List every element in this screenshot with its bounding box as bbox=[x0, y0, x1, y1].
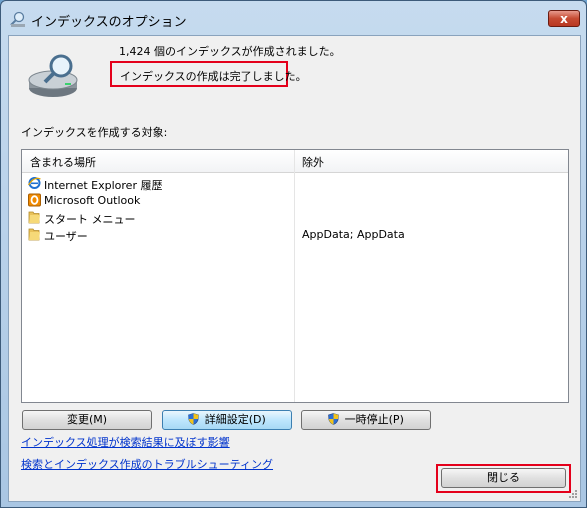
column-exclude[interactable]: 除外 bbox=[302, 154, 324, 170]
window-title: インデックスのオプション bbox=[31, 15, 187, 30]
search-index-icon bbox=[28, 54, 78, 97]
internet-explorer-icon bbox=[28, 177, 41, 189]
indexing-options-icon bbox=[10, 11, 25, 27]
status-highlight-box: インデックスの作成は完了しました。 bbox=[110, 61, 307, 87]
close-button-label: 閉じる bbox=[487, 471, 520, 484]
title-bar[interactable]: インデックスのオプション x bbox=[1, 1, 586, 37]
folder-icon bbox=[28, 211, 40, 224]
modify-button-label: 変更(M) bbox=[66, 413, 108, 426]
outlook-icon bbox=[28, 193, 41, 207]
troubleshoot-link[interactable]: 検索とインデックス作成のトラブルシューティング bbox=[21, 456, 273, 472]
indexing-impact-link[interactable]: インデックス処理が検索結果に及ぼす影響 bbox=[21, 434, 230, 450]
close-icon: x bbox=[560, 12, 568, 26]
modify-button[interactable]: 変更(M) bbox=[22, 410, 152, 430]
advanced-button[interactable]: 詳細設定(D) bbox=[162, 410, 292, 430]
location-name: Microsoft Outlook bbox=[44, 194, 141, 207]
list-item[interactable]: Microsoft Outlook bbox=[22, 192, 568, 209]
location-exclude: AppData; AppData bbox=[302, 228, 405, 241]
index-locations-label: インデックスを作成する対象: bbox=[21, 126, 168, 139]
location-name: スタート メニュー bbox=[44, 213, 136, 226]
pause-button[interactable]: 一時停止(P) bbox=[301, 410, 431, 430]
location-name: ユーザー bbox=[44, 230, 88, 243]
pause-button-label: 一時停止(P) bbox=[344, 413, 404, 426]
index-locations-list[interactable]: 含まれる場所 除外 Internet Explorer 履歴 Microsoft… bbox=[21, 149, 569, 403]
column-included-locations[interactable]: 含まれる場所 bbox=[30, 154, 96, 170]
indexing-options-window: インデックスのオプション x 1,424 個のインデックスが作成されました。 イ… bbox=[0, 0, 587, 508]
folder-icon bbox=[28, 228, 40, 241]
uac-shield-icon bbox=[188, 413, 200, 425]
indexing-status-text: インデックスの作成は完了しました。 bbox=[120, 70, 307, 83]
close-button[interactable]: 閉じる bbox=[441, 468, 566, 488]
index-count-text: 1,424 個のインデックスが作成されました。 bbox=[119, 45, 341, 58]
uac-shield-icon bbox=[328, 413, 339, 425]
list-header: 含まれる場所 除外 bbox=[22, 150, 568, 173]
list-item[interactable]: Internet Explorer 履歴 bbox=[22, 175, 568, 192]
location-name: Internet Explorer 履歴 bbox=[44, 179, 163, 192]
list-item[interactable]: スタート メニュー bbox=[22, 209, 568, 226]
dialog-body: 1,424 個のインデックスが作成されました。 インデックスの作成は完了しました… bbox=[8, 35, 581, 502]
window-close-button[interactable]: x bbox=[548, 10, 580, 27]
list-item[interactable]: ユーザー AppData; AppData bbox=[22, 226, 568, 243]
close-highlight-box: 閉じる bbox=[436, 464, 571, 493]
resize-grip-icon[interactable] bbox=[568, 489, 578, 499]
advanced-button-label: 詳細設定(D) bbox=[204, 413, 266, 426]
